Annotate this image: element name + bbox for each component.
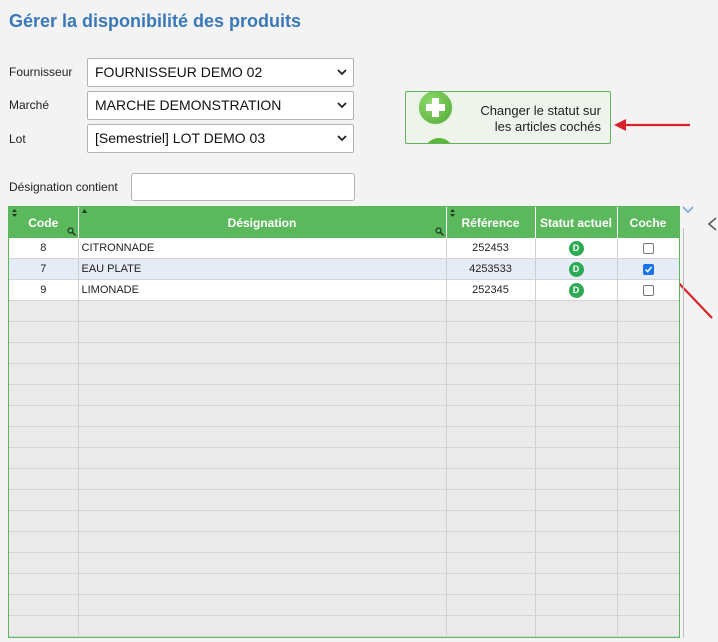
market-select-value: MARCHE DEMONSTRATION <box>95 97 282 113</box>
sort-icon <box>449 209 455 217</box>
page-title: Gérer la disponibilité des produits <box>9 11 302 31</box>
chevron-down-icon <box>337 102 347 109</box>
cell-check <box>617 238 679 259</box>
cell-designation: CITRONNADE <box>78 238 447 259</box>
status-badge: D <box>568 282 584 298</box>
plus-icon <box>417 92 454 126</box>
table-row[interactable]: 9 LIMONADE 252345 D <box>9 279 679 301</box>
change-status-button[interactable]: Changer le statut sur les articles coché… <box>405 91 611 144</box>
row-checkbox[interactable] <box>642 284 654 296</box>
chevron-down-icon <box>337 69 347 76</box>
column-header-status[interactable]: Statut actuel <box>535 207 618 238</box>
status-badge: D <box>568 261 584 277</box>
empty-row <box>9 594 679 616</box>
cell-designation: EAU PLATE <box>78 258 447 280</box>
empty-row <box>9 384 679 406</box>
status-badge: D <box>568 240 584 256</box>
cell-reference: 252345 <box>446 279 536 301</box>
empty-row <box>9 489 679 511</box>
cell-check <box>617 258 679 280</box>
row-checkbox[interactable] <box>642 263 654 275</box>
market-select[interactable]: MARCHE DEMONSTRATION <box>87 91 354 120</box>
cell-reference: 4253533 <box>446 258 536 280</box>
column-header-code[interactable]: Code <box>9 207 79 238</box>
collapse-chevron-icon[interactable] <box>682 205 694 215</box>
cell-code: 7 <box>9 258 79 280</box>
supplier-select[interactable]: FOURNISSEUR DEMO 02 <box>87 58 354 87</box>
supplier-label: Fournisseur <box>9 65 73 79</box>
empty-row <box>9 615 679 637</box>
products-grid: Code Désignation Référence Statut actuel… <box>8 206 680 638</box>
sort-asc-icon <box>81 209 87 213</box>
empty-row <box>9 426 679 448</box>
lot-select-value: [Semestriel] LOT DEMO 03 <box>95 130 266 146</box>
magnifier-icon <box>66 227 76 236</box>
column-header-designation[interactable]: Désignation <box>78 207 447 238</box>
empty-row <box>9 468 679 490</box>
column-header-reference[interactable]: Référence <box>446 207 536 238</box>
column-header-check[interactable]: Coche <box>617 207 679 238</box>
table-row[interactable]: 8 CITRONNADE 252453 D <box>9 238 679 259</box>
cell-code: 9 <box>9 279 79 301</box>
empty-row <box>9 300 679 322</box>
empty-row <box>9 573 679 595</box>
chevron-left-icon[interactable] <box>706 216 718 232</box>
cell-reference: 252453 <box>446 238 536 259</box>
empty-row <box>9 321 679 343</box>
empty-row <box>9 363 679 385</box>
row-checkbox[interactable] <box>642 242 654 254</box>
cell-designation: LIMONADE <box>78 279 447 301</box>
lot-select[interactable]: [Semestriel] LOT DEMO 03 <box>87 124 354 153</box>
cell-status: D <box>535 258 618 280</box>
empty-row <box>9 405 679 427</box>
empty-row <box>9 552 679 574</box>
empty-row <box>9 510 679 532</box>
cell-check <box>617 279 679 301</box>
grid-scrollbar[interactable] <box>683 228 684 638</box>
table-row[interactable]: 7 EAU PLATE 4253533 D <box>9 258 679 280</box>
magnifier-icon <box>434 227 444 236</box>
annotation-arrow-icon <box>614 119 690 131</box>
cell-status: D <box>535 279 618 301</box>
cell-status: D <box>535 238 618 259</box>
empty-row <box>9 447 679 469</box>
change-status-label: Changer le statut sur les articles coché… <box>480 103 601 134</box>
lot-label: Lot <box>9 132 26 146</box>
chevron-down-icon <box>337 135 347 142</box>
designation-filter-label: Désignation contient <box>9 180 118 194</box>
market-label: Marché <box>9 98 50 112</box>
empty-row <box>9 531 679 553</box>
designation-filter-input[interactable] <box>131 173 355 201</box>
cell-code: 8 <box>9 238 79 259</box>
sort-icon <box>12 209 17 217</box>
empty-row <box>9 342 679 364</box>
supplier-select-value: FOURNISSEUR DEMO 02 <box>95 64 263 80</box>
secondary-green-circle-icon <box>424 138 454 143</box>
